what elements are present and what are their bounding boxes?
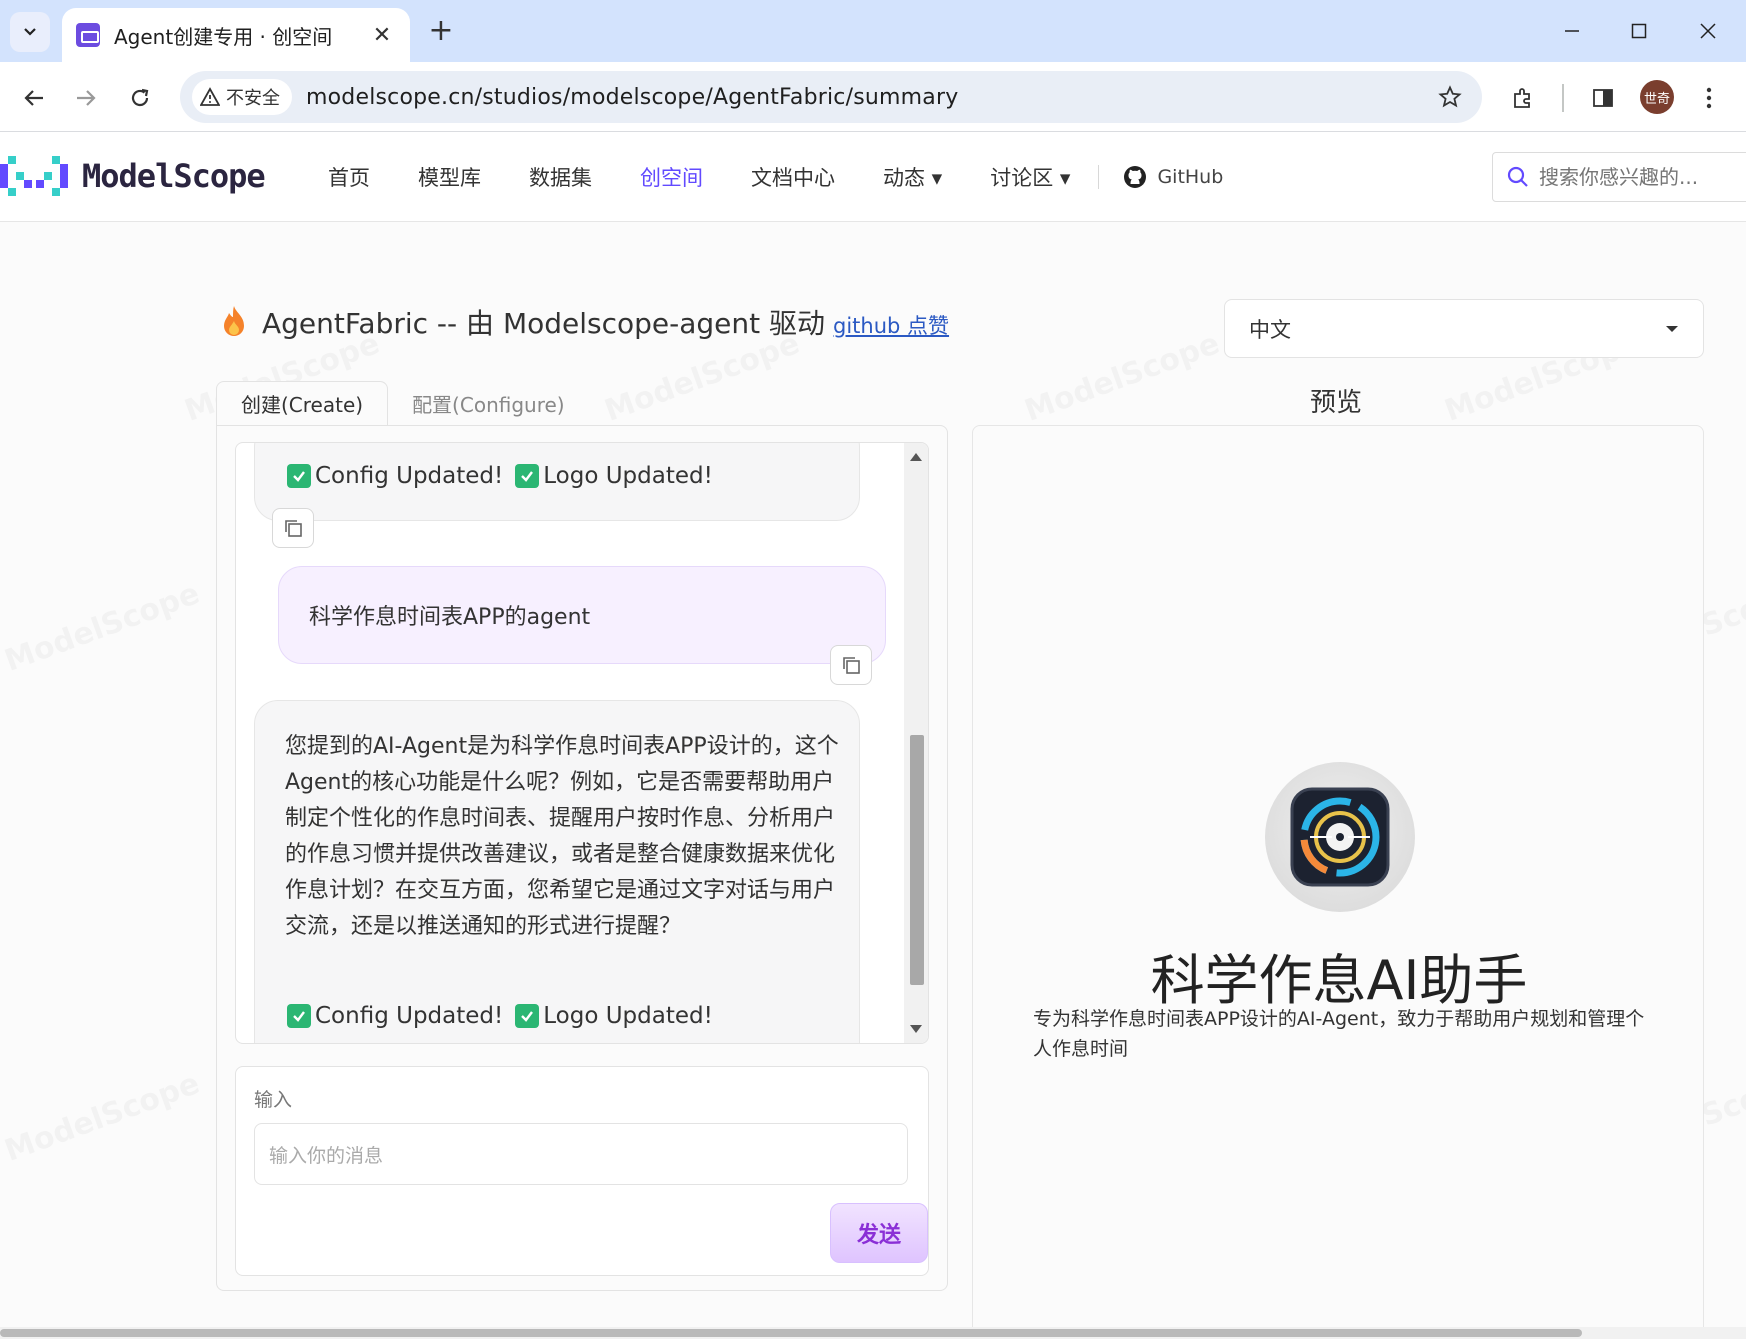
logo-updated-text: Logo Updated! bbox=[543, 463, 713, 489]
language-select[interactable]: 中文 bbox=[1224, 299, 1704, 358]
site-nav: 首页 模型库 数据集 创空间 文档中心 动态 ▾ 讨论区 ▾ GitHub bbox=[328, 132, 1223, 222]
copy-button[interactable] bbox=[830, 645, 872, 685]
message-input[interactable]: 输入你的消息 bbox=[254, 1123, 908, 1185]
security-indicator[interactable]: 不安全 bbox=[192, 79, 292, 115]
preview-panel: 科学作息AI助手 专为科学作息时间表APP设计的AI-Agent，致力于帮助用户… bbox=[972, 425, 1704, 1339]
scroll-down-arrow-icon[interactable] bbox=[910, 1025, 922, 1033]
back-arrow-icon[interactable] bbox=[16, 80, 52, 116]
new-tab-icon[interactable]: + bbox=[424, 14, 458, 48]
fire-icon bbox=[224, 306, 244, 336]
nav-docs[interactable]: 文档中心 bbox=[751, 162, 835, 192]
toolbar-divider bbox=[1562, 84, 1564, 112]
input-label: 输入 bbox=[254, 1089, 293, 1111]
logo-updated-text: Logo Updated! bbox=[543, 1003, 713, 1029]
status-line: Config Updated! Logo Updated! bbox=[287, 463, 725, 489]
check-icon bbox=[515, 1004, 540, 1028]
modelscope-logo-icon bbox=[0, 156, 68, 196]
tab-configure[interactable]: 配置(Configure) bbox=[388, 381, 589, 425]
modelscope-logo[interactable]: ModelScope bbox=[0, 156, 266, 196]
create-panel: Config Updated! Logo Updated! 科学作息时间表APP… bbox=[216, 425, 948, 1291]
tab-title: Agent创建专用 · 创空间 bbox=[114, 24, 333, 49]
bot-message-text: 您提到的AI-Agent是为科学作息时间表APP设计的，这个Agent的核心功能… bbox=[285, 734, 839, 939]
scroll-thumb[interactable] bbox=[910, 735, 924, 985]
bot-message-bubble: 您提到的AI-Agent是为科学作息时间表APP设计的，这个Agent的核心功能… bbox=[254, 700, 860, 1043]
profile-avatar[interactable]: 世奇 bbox=[1640, 80, 1674, 114]
github-star-link[interactable]: github 点赞 bbox=[833, 310, 949, 340]
clock-dial-icon bbox=[1290, 787, 1390, 887]
address-bar[interactable]: 不安全 modelscope.cn/studios/modelscope/Age… bbox=[180, 71, 1482, 123]
page-title: AgentFabric -- 由 Modelscope-agent 驱动 git… bbox=[220, 302, 949, 342]
copy-button[interactable] bbox=[272, 508, 314, 548]
check-icon bbox=[515, 464, 540, 488]
nav-studios[interactable]: 创空间 bbox=[640, 162, 703, 192]
window-close-icon[interactable] bbox=[1686, 14, 1730, 48]
maximize-icon[interactable] bbox=[1617, 14, 1661, 48]
config-updated-text: Config Updated! bbox=[315, 463, 504, 489]
nav-discussion[interactable]: 讨论区 ▾ bbox=[990, 162, 1070, 192]
user-message-bubble: 科学作息时间表APP的agent bbox=[278, 566, 886, 664]
nav-home[interactable]: 首页 bbox=[328, 162, 370, 192]
chat-scrollbar[interactable] bbox=[904, 443, 928, 1043]
page-title-text: AgentFabric -- 由 Modelscope-agent 驱动 bbox=[262, 307, 826, 340]
tab-create[interactable]: 创建(Create) bbox=[216, 381, 389, 425]
more-menu-icon[interactable] bbox=[1690, 79, 1728, 117]
reload-icon[interactable] bbox=[122, 80, 158, 116]
browser-tab[interactable]: Agent创建专用 · 创空间 ✕ bbox=[62, 8, 410, 62]
warning-icon bbox=[200, 87, 220, 106]
nav-news[interactable]: 动态 ▾ bbox=[883, 162, 942, 192]
modelscope-favicon-icon bbox=[76, 23, 100, 47]
preview-title: 预览 bbox=[1310, 388, 1363, 418]
github-icon bbox=[1124, 166, 1147, 188]
watermark: ModelScope bbox=[0, 1066, 204, 1169]
tab-search-button[interactable] bbox=[10, 12, 50, 52]
bot-message-bubble: Config Updated! Logo Updated! bbox=[254, 443, 860, 521]
app-avatar bbox=[1265, 762, 1415, 912]
site-header: ModelScope 首页 模型库 数据集 创空间 文档中心 动态 ▾ 讨论区 … bbox=[0, 132, 1746, 222]
language-value: 中文 bbox=[1249, 317, 1291, 342]
side-panel-icon[interactable] bbox=[1584, 79, 1622, 117]
nav-datasets[interactable]: 数据集 bbox=[529, 162, 592, 192]
horizontal-scroll-thumb[interactable] bbox=[0, 1329, 1582, 1337]
nav-divider bbox=[1098, 165, 1100, 189]
config-updated-text: Config Updated! bbox=[315, 1003, 504, 1029]
browser-toolbar: 不安全 modelscope.cn/studios/modelscope/Age… bbox=[0, 62, 1746, 132]
site-search-input[interactable] bbox=[1539, 165, 1719, 189]
browser-tab-bar: Agent创建专用 · 创空间 ✕ + bbox=[0, 0, 1746, 62]
copy-icon bbox=[843, 657, 860, 674]
minimize-icon[interactable] bbox=[1550, 14, 1594, 48]
url-text[interactable]: modelscope.cn/studios/modelscope/AgentFa… bbox=[306, 85, 1430, 110]
message-input-box: 输入 输入你的消息 发送 bbox=[235, 1066, 929, 1276]
watermark: ModelScope bbox=[1020, 326, 1224, 429]
chat-history[interactable]: Config Updated! Logo Updated! 科学作息时间表APP… bbox=[235, 442, 929, 1044]
nav-models[interactable]: 模型库 bbox=[418, 162, 481, 192]
copy-icon bbox=[285, 520, 302, 537]
watermark: ModelScope bbox=[0, 576, 204, 679]
scroll-up-arrow-icon[interactable] bbox=[910, 453, 922, 461]
tab-close-icon[interactable]: ✕ bbox=[368, 23, 396, 48]
status-line: Config Updated! Logo Updated! bbox=[287, 1003, 725, 1029]
logo-text: ModelScope bbox=[82, 157, 266, 195]
check-icon bbox=[287, 1004, 311, 1028]
caret-down-icon bbox=[1666, 325, 1678, 332]
search-icon bbox=[1507, 166, 1528, 187]
send-button[interactable]: 发送 bbox=[830, 1203, 928, 1263]
check-icon bbox=[287, 464, 311, 488]
chat-scroll-area: Config Updated! Logo Updated! 科学作息时间表APP… bbox=[236, 443, 906, 1043]
security-label: 不安全 bbox=[226, 88, 280, 109]
github-label: GitHub bbox=[1157, 166, 1224, 188]
page-horizontal-scrollbar[interactable] bbox=[0, 1327, 1746, 1339]
extensions-puzzle-icon[interactable] bbox=[1504, 79, 1542, 117]
bookmark-star-icon[interactable] bbox=[1430, 77, 1470, 117]
chevron-down-icon bbox=[24, 28, 36, 36]
builder-tabs: 创建(Create) 配置(Configure) bbox=[216, 381, 589, 425]
site-search[interactable] bbox=[1492, 152, 1746, 202]
app-description: 专为科学作息时间表APP设计的AI-Agent，致力于帮助用户规划和管理个人作息… bbox=[1033, 1008, 1645, 1060]
forward-arrow-icon[interactable] bbox=[68, 80, 104, 116]
github-link[interactable]: GitHub bbox=[1123, 165, 1223, 189]
